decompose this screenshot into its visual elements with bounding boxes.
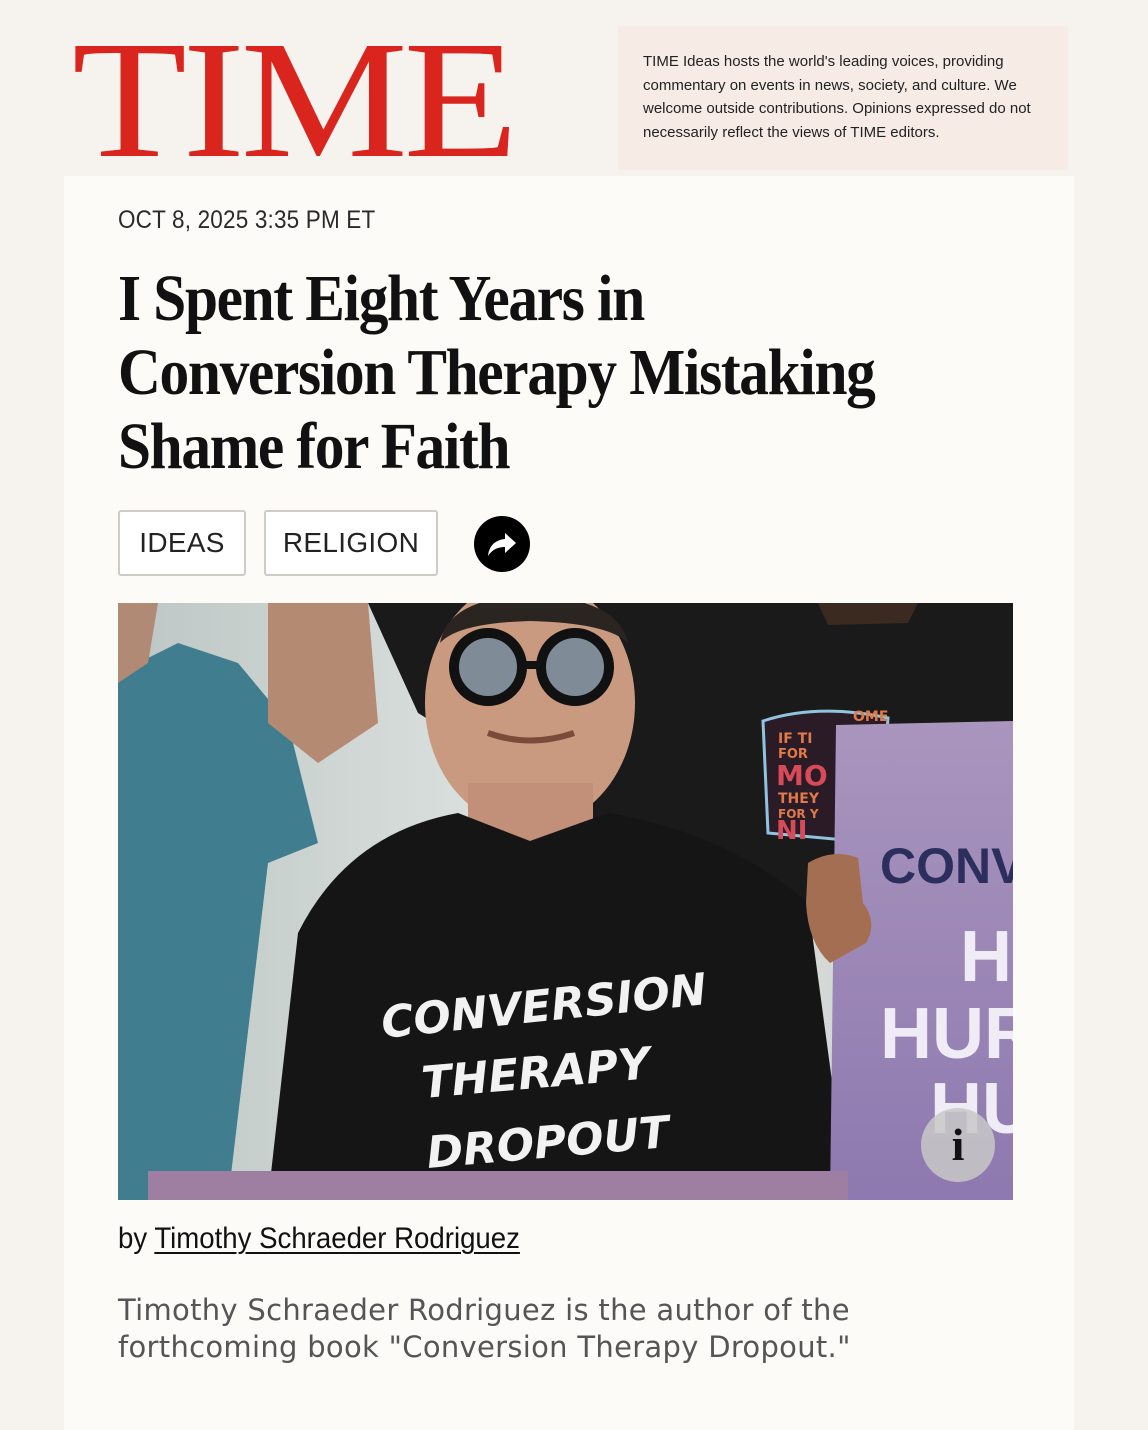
sign-text-1: CONV (880, 838, 1013, 894)
sign-text-2: H (960, 917, 1012, 997)
bg-shirt-text-1: IF TI (778, 731, 812, 747)
author-link[interactable]: Timothy Schraeder Rodriguez (154, 1222, 520, 1255)
hero-photo[interactable]: CONVERSION THERAPY DROPOUT IF TI OME FOR… (118, 603, 1013, 1200)
bg-shirt-text-7: NI (776, 816, 807, 846)
time-logo[interactable]: TIME (72, 16, 518, 184)
tag-ideas-button[interactable]: IDEAS (118, 510, 246, 576)
bg-shirt-text-2: OME (853, 709, 888, 725)
sign-text-3: HUR (880, 994, 1013, 1074)
share-arrow-icon (488, 533, 516, 556)
bg-shirt-text-4: MO (776, 759, 828, 792)
article-headline: I Spent Eight Years in Conversion Therap… (118, 262, 876, 483)
ideas-disclaimer: TIME Ideas hosts the world's leading voi… (618, 26, 1068, 170)
author-bio: Timothy Schraeder Rodriguez is the autho… (118, 1293, 851, 1364)
byline-prefix: by (118, 1222, 148, 1255)
share-button[interactable] (474, 516, 530, 572)
hero-photo-illustration: CONVERSION THERAPY DROPOUT IF TI OME FOR… (118, 603, 1013, 1200)
tag-religion-button[interactable]: RELIGION (264, 510, 438, 576)
bg-shirt-text-5: THEY (778, 791, 820, 807)
image-info-button[interactable]: i (921, 1108, 995, 1182)
article-dateline: OCT 8, 2025 3:35 PM ET (118, 206, 376, 234)
byline: by Timothy Schraeder Rodriguez (118, 1222, 520, 1256)
